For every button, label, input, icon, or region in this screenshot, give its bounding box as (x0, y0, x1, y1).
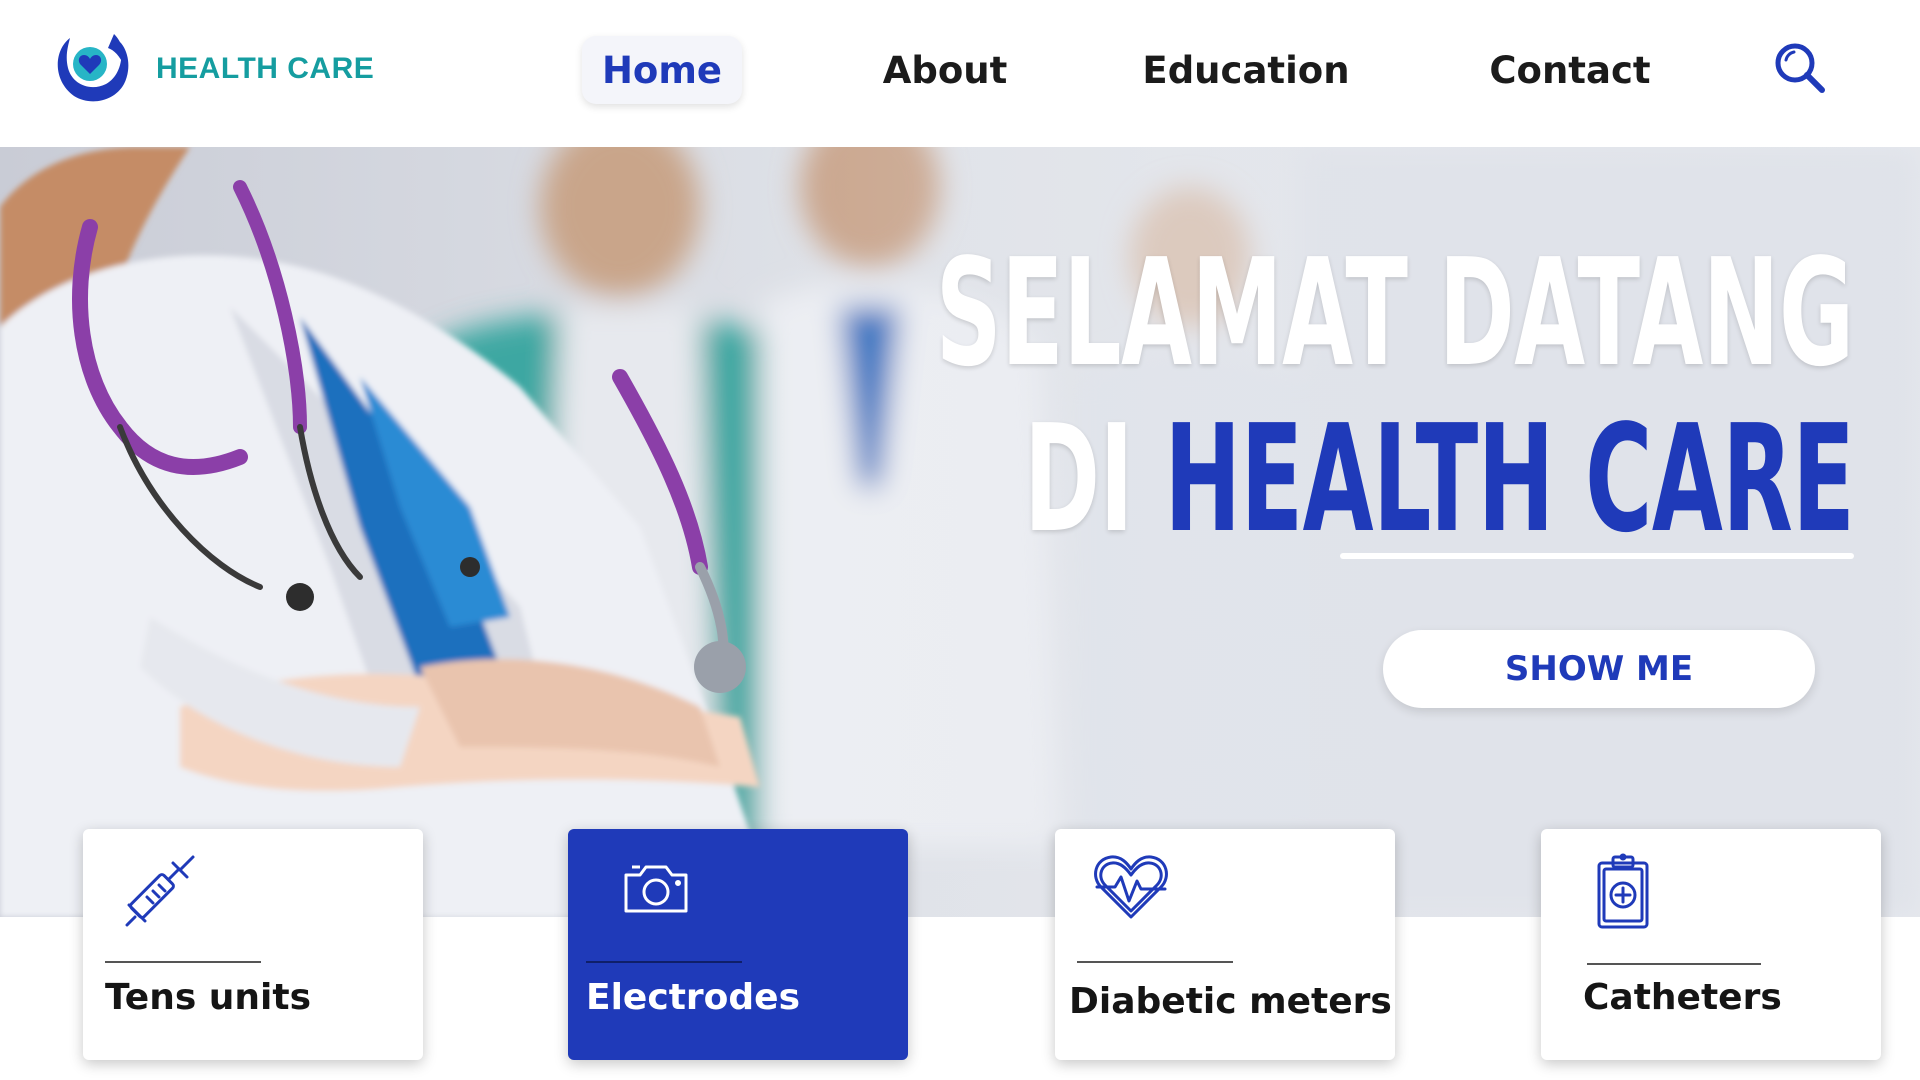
brand-name[interactable]: HEALTH CARE (156, 52, 374, 86)
search-icon[interactable] (1772, 40, 1828, 96)
show-me-button[interactable]: SHOW ME (1383, 630, 1815, 708)
card-divider (105, 961, 261, 963)
hero-title-highlight: HEALTH CARE (1164, 393, 1855, 565)
clipboard-plus-icon (1597, 853, 1649, 929)
category-card-electrodes[interactable]: Electrodes (568, 829, 908, 1060)
page: HEALTH CARE Home About Education Contact (0, 0, 1920, 1080)
nav-education[interactable]: Education (1138, 36, 1354, 104)
card-label: Diabetic meters (1069, 981, 1392, 1022)
category-card-tens-units[interactable]: Tens units (83, 829, 423, 1060)
top-navbar: HEALTH CARE Home About Education Contact (0, 0, 1920, 147)
hero-title-line1: SELAMAT DATANG (936, 227, 1855, 399)
nav-contact[interactable]: Contact (1482, 36, 1658, 104)
card-divider (1587, 963, 1761, 965)
syringe-icon (125, 855, 195, 927)
heart-hands-logo-icon[interactable] (50, 28, 132, 106)
nav-about[interactable]: About (872, 36, 1018, 104)
card-label: Tens units (105, 977, 312, 1018)
hero-title-prefix: DI (1023, 393, 1134, 565)
camera-icon (624, 865, 688, 913)
card-divider (1077, 961, 1233, 963)
card-divider (586, 961, 742, 963)
category-card-catheters[interactable]: Catheters (1541, 829, 1881, 1060)
card-label: Electrodes (586, 977, 800, 1018)
card-label: Catheters (1583, 977, 1782, 1018)
hero-title-underline (1340, 553, 1854, 559)
nav-home[interactable]: Home (582, 36, 742, 104)
heart-pulse-icon (1094, 855, 1168, 919)
hero-title-line2: DI HEALTH CARE (1024, 405, 1855, 553)
hero-banner: SELAMAT DATANG DI HEALTH CARE SHOW ME (0, 147, 1920, 917)
category-card-diabetic-meters[interactable]: Diabetic meters (1055, 829, 1395, 1060)
